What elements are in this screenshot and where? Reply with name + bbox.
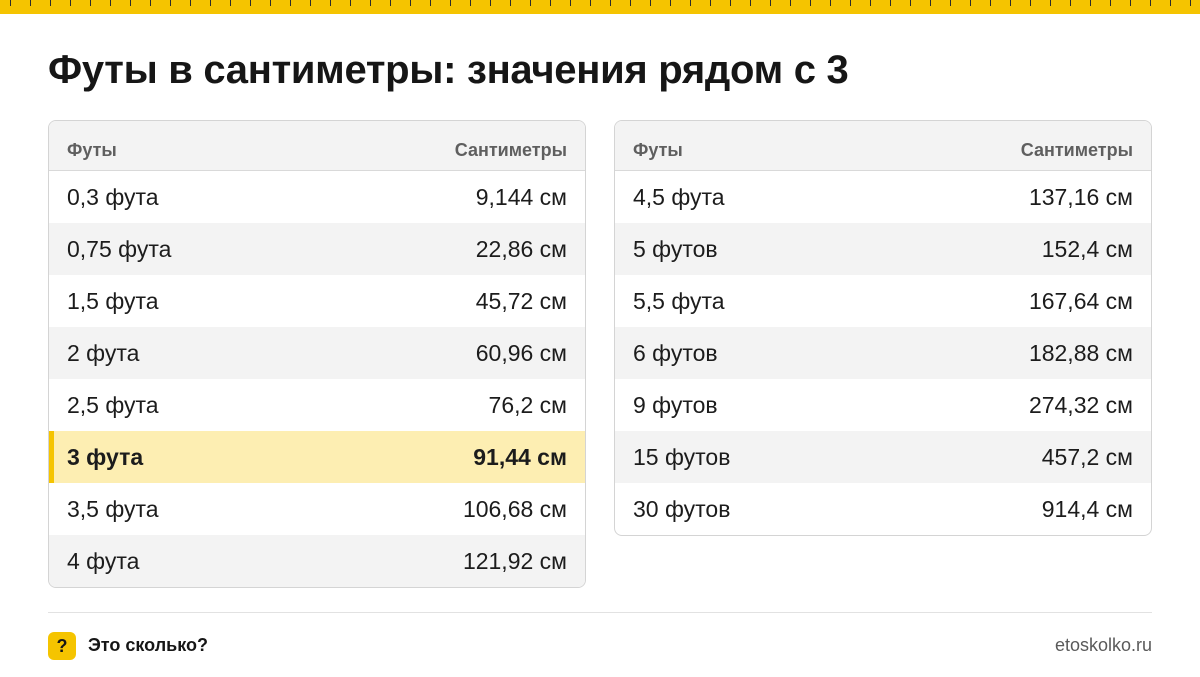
feet-cell: 6 футов [633, 339, 718, 366]
table-header: Футы Сантиметры [49, 121, 585, 171]
table-row: 0,3 фута 9,144 см [49, 171, 585, 223]
table-row: 15 футов 457,2 см [615, 431, 1151, 483]
conversion-table-left: Футы Сантиметры 0,3 фута 9,144 см 0,75 ф… [48, 120, 586, 588]
table-row: 1,5 фута 45,72 см [49, 275, 585, 327]
table-row: 2,5 фута 76,2 см [49, 379, 585, 431]
page-title: Футы в сантиметры: значения рядом с 3 [48, 48, 849, 92]
cm-cell: 182,88 см [1028, 339, 1133, 366]
cm-cell: 76,2 см [488, 391, 567, 418]
feet-cell: 4 фута [67, 547, 140, 574]
table-row: 6 футов 182,88 см [615, 327, 1151, 379]
feet-cell: 2 фута [67, 339, 140, 366]
feet-cell: 9 футов [633, 391, 718, 418]
ruler-strip [0, 0, 1200, 14]
conversion-table-right: Футы Сантиметры 4,5 фута 137,16 см 5 фут… [614, 120, 1152, 536]
feet-cell: 5,5 фута [633, 287, 725, 314]
feet-cell: 3,5 фута [67, 495, 159, 522]
feet-cell: 5 футов [633, 235, 718, 262]
question-mark-icon: ? [48, 632, 76, 660]
table-row: 5,5 фута 167,64 см [615, 275, 1151, 327]
column-header-feet: Футы [67, 140, 117, 160]
cm-cell: 22,86 см [475, 235, 567, 262]
feet-cell: 2,5 фута [67, 391, 159, 418]
cm-cell: 121,92 см [462, 547, 567, 574]
cm-cell: 45,72 см [475, 287, 567, 314]
table-row-highlighted: 3 фута 91,44 см [49, 431, 585, 483]
table-header: Футы Сантиметры [615, 121, 1151, 171]
table-row: 30 футов 914,4 см [615, 483, 1151, 535]
table-row: 3,5 фута 106,68 см [49, 483, 585, 535]
table-row: 5 футов 152,4 см [615, 223, 1151, 275]
feet-cell: 3 фута [67, 443, 144, 470]
cm-cell: 152,4 см [1041, 235, 1133, 262]
column-header-cm: Сантиметры [454, 140, 567, 160]
brand-name: Это сколько? [88, 635, 208, 655]
cm-cell: 457,2 см [1041, 443, 1133, 470]
cm-cell: 106,68 см [462, 495, 567, 522]
cm-cell: 274,32 см [1028, 391, 1133, 418]
footer-divider [48, 612, 1152, 613]
site-url: etoskolko.ru [1054, 635, 1152, 655]
cm-cell: 9,144 см [475, 183, 567, 210]
table-row: 4 фута 121,92 см [49, 535, 585, 587]
cm-cell: 60,96 см [475, 339, 567, 366]
cm-cell: 91,44 см [473, 443, 567, 470]
cm-cell: 914,4 см [1041, 495, 1133, 522]
feet-cell: 0,75 фута [67, 235, 172, 262]
column-header-feet: Футы [633, 140, 683, 160]
table-row: 9 футов 274,32 см [615, 379, 1151, 431]
feet-cell: 1,5 фута [67, 287, 159, 314]
column-header-cm: Сантиметры [1020, 140, 1133, 160]
table-row: 4,5 фута 137,16 см [615, 171, 1151, 223]
table-row: 0,75 фута 22,86 см [49, 223, 585, 275]
feet-cell: 15 футов [633, 443, 731, 470]
feet-cell: 30 футов [633, 495, 731, 522]
feet-cell: 0,3 фута [67, 183, 159, 210]
cm-cell: 167,64 см [1028, 287, 1133, 314]
feet-cell: 4,5 фута [633, 183, 725, 210]
table-row: 2 фута 60,96 см [49, 327, 585, 379]
cm-cell: 137,16 см [1028, 183, 1133, 210]
